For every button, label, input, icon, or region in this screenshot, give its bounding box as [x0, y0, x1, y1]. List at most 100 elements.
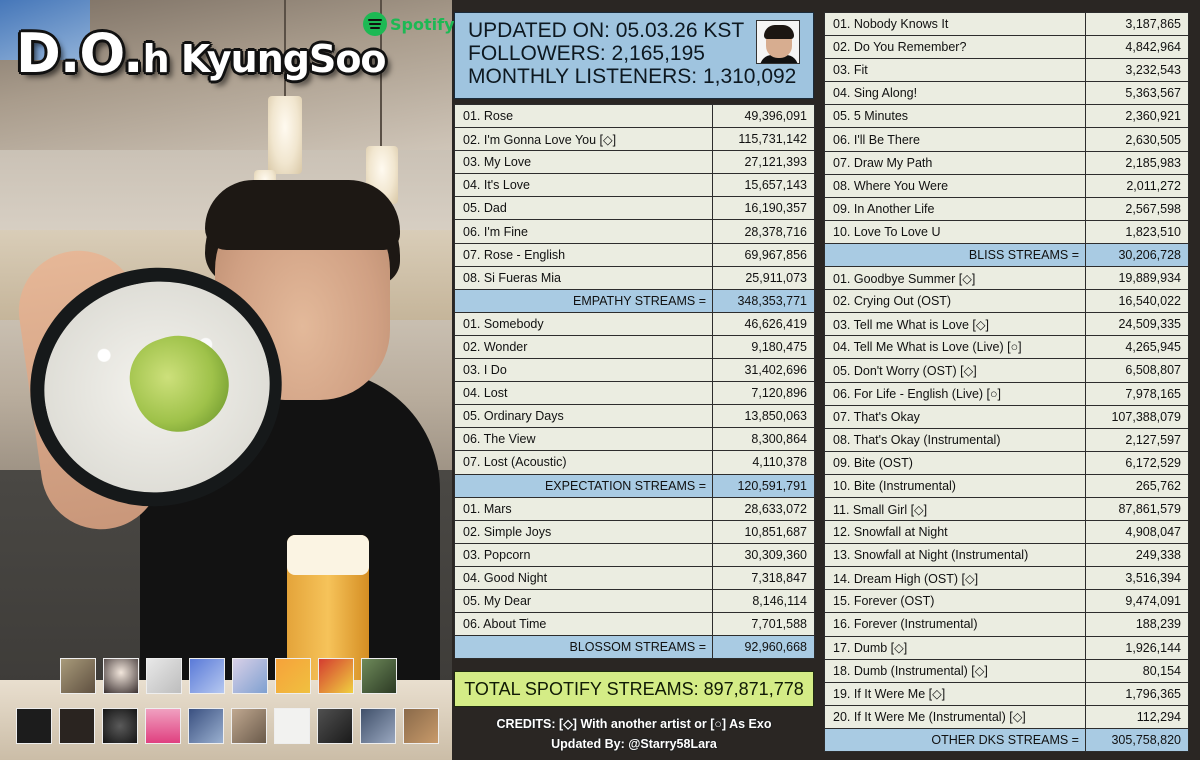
track-row: 05. Ordinary Days 13,850,063 [454, 404, 815, 429]
track-title: 18. Dumb (Instrumental) [◇] [824, 658, 1086, 683]
track-title: 03. Fit [824, 58, 1086, 83]
track-streams: 8,300,864 [712, 427, 815, 452]
track-streams: 31,402,696 [712, 358, 815, 383]
track-row: 07. Draw My Path 2,185,983 [824, 150, 1189, 175]
track-row: 09. Bite (OST) 6,172,529 [824, 450, 1189, 475]
track-streams: 2,360,921 [1085, 104, 1189, 129]
track-row: 05. Dad 16,190,357 [454, 196, 815, 221]
tracks-table-right: 01. Nobody Knows It 3,187,865 02. Do You R… [824, 11, 1189, 753]
spotify-logo-icon [363, 12, 387, 36]
album-cover [360, 708, 396, 744]
track-title: 07. Lost (Acoustic) [454, 450, 713, 475]
track-streams: 10,851,687 [712, 519, 815, 544]
track-row: 13. Snowfall at Night (Instrumental) 249,… [824, 543, 1189, 568]
track-streams: 69,967,856 [712, 242, 815, 267]
track-title: 03. Popcorn [454, 542, 713, 567]
album-cover [59, 708, 95, 744]
track-title: 03. My Love [454, 150, 713, 175]
album-cover [189, 658, 225, 694]
track-row: 02. Do You Remember? 4,842,964 [824, 35, 1189, 60]
track-title: 01. Nobody Knows It [824, 11, 1086, 37]
track-title: 06. I'll Be There [824, 127, 1086, 152]
track-streams: 87,861,579 [1085, 496, 1189, 522]
track-streams: 7,978,165 [1085, 381, 1189, 406]
track-streams: 249,338 [1085, 543, 1189, 568]
track-row: 15. Forever (OST) 9,474,091 [824, 589, 1189, 614]
track-streams: 28,378,716 [712, 219, 815, 244]
track-streams: 2,567,598 [1085, 196, 1189, 221]
track-row: 10. Love To Love U 1,823,510 [824, 219, 1189, 244]
album-total-row: BLOSSOM STREAMS = 92,960,668 [454, 635, 815, 660]
track-title: 05. Ordinary Days [454, 404, 713, 429]
track-title: 14. Dream High (OST) [◇] [824, 566, 1086, 591]
track-title: 06. For Life - English (Live) [○] [824, 381, 1086, 406]
track-title: 19. If It Were Me [◇] [824, 681, 1086, 706]
track-row: 04. Lost 7,120,896 [454, 381, 815, 406]
track-streams: 2,011,272 [1085, 173, 1189, 198]
album-cover [16, 708, 52, 744]
track-row: 06. About Time 7,701,588 [454, 612, 815, 637]
track-row: 02. I'm Gonna Love You [◇] 115,731,142 [454, 127, 815, 152]
track-streams: 28,633,072 [712, 496, 815, 521]
track-streams: 3,187,865 [1085, 11, 1189, 37]
track-streams: 3,516,394 [1085, 566, 1189, 591]
track-streams: 265,762 [1085, 473, 1189, 498]
track-row: 04. Tell Me What is Love (Live) [○] 4,265… [824, 335, 1189, 360]
track-row: 12. Snowfall at Night 4,908,047 [824, 520, 1189, 545]
album-total-row: EXPECTATION STREAMS = 120,591,791 [454, 473, 815, 498]
album-total-value: 92,960,668 [712, 635, 815, 660]
track-streams: 107,388,079 [1085, 404, 1189, 429]
hair-fringe [205, 180, 400, 250]
track-title: 06. The View [454, 427, 713, 452]
album-total-row: OTHER DKS STREAMS = 305,758,820 [824, 727, 1189, 753]
track-row: 08. Si Fueras Mia 25,911,073 [454, 265, 815, 290]
track-streams: 49,396,091 [712, 103, 815, 129]
credits-legend: CREDITS: [◇] With another artist or [○] … [496, 717, 772, 731]
track-row: 03. Fit 3,232,543 [824, 58, 1189, 83]
track-streams: 9,474,091 [1085, 589, 1189, 614]
track-streams: 80,154 [1085, 658, 1189, 683]
album-thumbnails-row [16, 708, 439, 744]
track-row: 02. Simple Joys 10,851,687 [454, 519, 815, 544]
track-row: 17. Dumb [◇] 1,926,144 [824, 635, 1189, 660]
track-streams: 24,509,335 [1085, 312, 1189, 337]
track-title: 05. Don't Worry (OST) [◇] [824, 358, 1086, 383]
track-title: 08. That's Okay (Instrumental) [824, 427, 1086, 452]
album-total-label: EMPATHY STREAMS = [454, 288, 713, 313]
album-total-label: EXPECTATION STREAMS = [454, 473, 713, 498]
track-streams: 15,657,143 [712, 173, 815, 198]
track-row: 04. Good Night 7,318,847 [454, 565, 815, 590]
track-streams: 6,172,529 [1085, 450, 1189, 475]
track-title: 02. Simple Joys [454, 519, 713, 544]
track-title: 07. Draw My Path [824, 150, 1086, 175]
album-total-label: OTHER DKS STREAMS = [824, 727, 1086, 753]
track-streams: 1,926,144 [1085, 635, 1189, 660]
track-title: 02. Do You Remember? [824, 35, 1086, 60]
track-streams: 2,630,505 [1085, 127, 1189, 152]
track-row: 05. 5 Minutes 2,360,921 [824, 104, 1189, 129]
track-title: 10. Bite (Instrumental) [824, 473, 1086, 498]
album-total-label: BLISS STREAMS = [824, 242, 1086, 268]
track-streams: 16,540,022 [1085, 289, 1189, 314]
album-cover [188, 708, 224, 744]
track-title: 20. If It Were Me (Instrumental) [◇] [824, 704, 1086, 729]
track-title: 07. That's Okay [824, 404, 1086, 429]
track-streams: 4,265,945 [1085, 335, 1189, 360]
track-streams: 4,842,964 [1085, 35, 1189, 60]
album-cover [274, 708, 310, 744]
album-total-row: EMPATHY STREAMS = 348,353,771 [454, 288, 815, 313]
stats-graphic: D.O.h KyungSoo Spotify UPDATED ON: 05.03… [0, 0, 1200, 760]
album-cover [317, 708, 353, 744]
track-title: 08. Si Fueras Mia [454, 265, 713, 290]
track-row: 06. I'll Be There 2,630,505 [824, 127, 1189, 152]
track-streams: 30,309,360 [712, 542, 815, 567]
track-row: 07. That's Okay 107,388,079 [824, 404, 1189, 429]
track-streams: 2,127,597 [1085, 427, 1189, 452]
spotify-label: Spotify [390, 14, 455, 34]
credits-author: Updated By: @Starry58Lara [551, 737, 717, 751]
track-title: 12. Snowfall at Night [824, 520, 1086, 545]
track-title: 05. My Dear [454, 588, 713, 614]
track-row: 04. Sing Along! 5,363,567 [824, 81, 1189, 106]
track-streams: 1,796,365 [1085, 681, 1189, 706]
track-title: 04. Sing Along! [824, 81, 1086, 106]
